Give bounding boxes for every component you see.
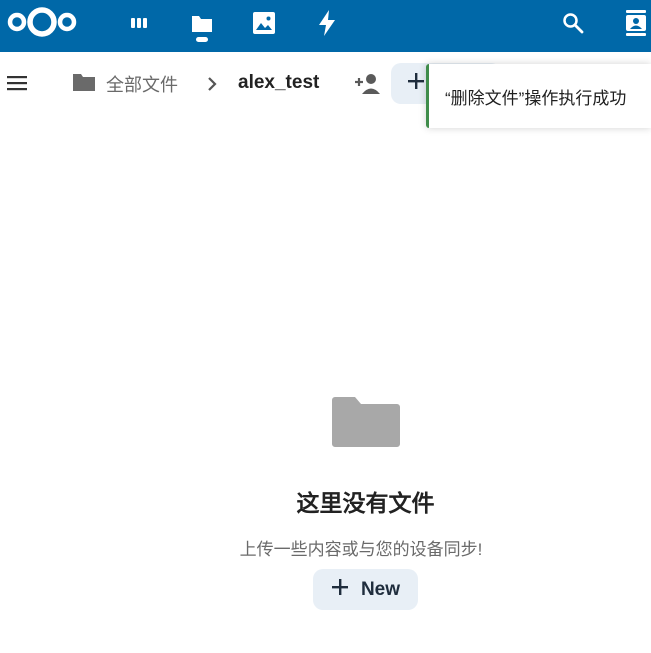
breadcrumb-home-label: 全部文件: [106, 75, 178, 95]
plus-icon: [331, 578, 349, 602]
toast-message: “删除文件”操作执行成功: [445, 88, 627, 108]
empty-state-title: 这里没有文件: [296, 490, 435, 516]
breadcrumb-current[interactable]: alex_test: [238, 72, 319, 94]
toast-notification[interactable]: “删除文件”操作执行成功: [426, 64, 651, 128]
nextcloud-logo-icon[interactable]: [6, 5, 78, 39]
plus-icon: [407, 72, 425, 95]
menu-hamburger-icon[interactable]: [2, 68, 32, 98]
folder-icon: [72, 72, 96, 97]
contacts-icon[interactable]: [622, 9, 650, 37]
active-app-indicator: [196, 37, 208, 42]
chevron-right-icon: [202, 73, 222, 95]
breadcrumb-home[interactable]: 全部文件: [72, 68, 178, 100]
files-folder-icon[interactable]: [188, 9, 216, 37]
activity-lightning-icon[interactable]: [313, 9, 341, 37]
new-button[interactable]: New: [313, 569, 418, 610]
dashboard-icon[interactable]: [125, 9, 153, 37]
top-header: [0, 0, 651, 52]
search-icon[interactable]: [559, 9, 587, 37]
photos-image-icon[interactable]: [250, 9, 278, 37]
new-button-label: New: [360, 578, 401, 600]
empty-state-subtitle: 上传一些内容或与您的设备同步!: [239, 540, 483, 559]
empty-folder-icon: [332, 395, 400, 449]
share-add-user-icon[interactable]: [354, 72, 382, 96]
